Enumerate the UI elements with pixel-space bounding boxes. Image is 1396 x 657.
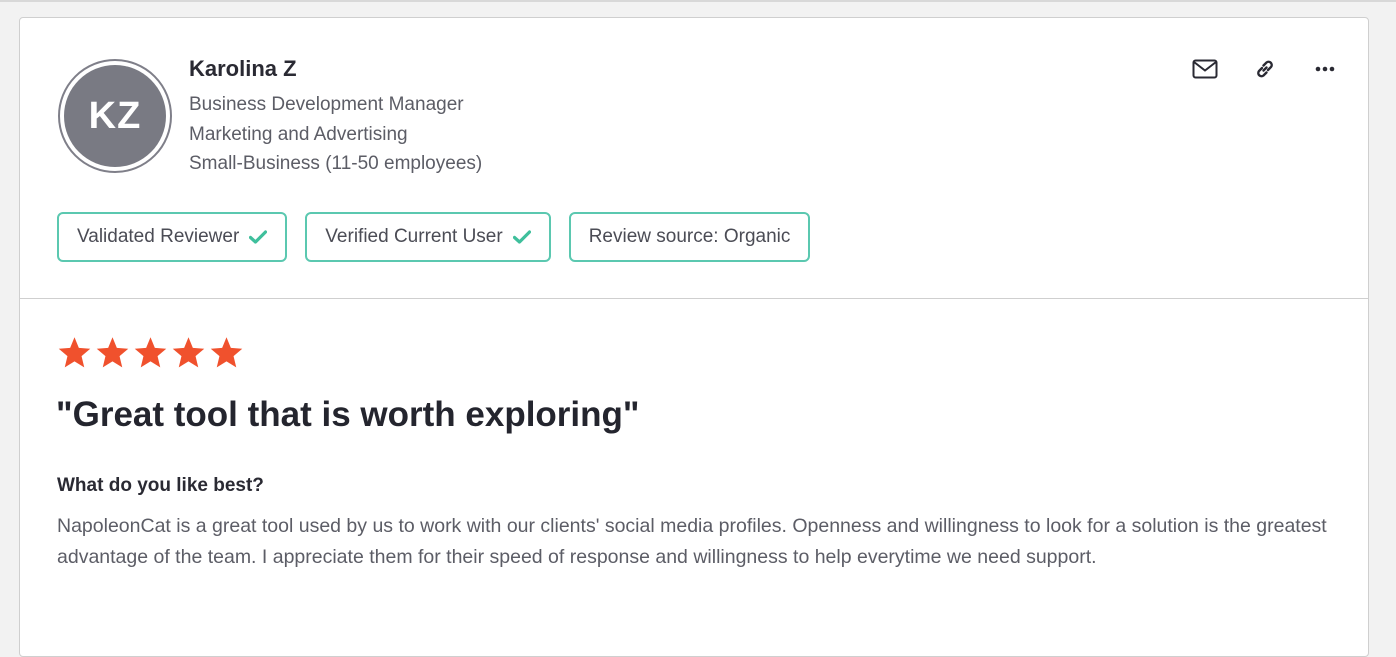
verified-current-user-badge[interactable]: Verified Current User [305,212,551,262]
badge-label: Verified Current User [325,226,503,247]
checkmark-icon [249,230,268,244]
page-top-rule [0,0,1396,2]
validated-reviewer-badge[interactable]: Validated Reviewer [57,212,288,262]
checkmark-icon [512,230,531,244]
reviewer-header: KZ Karolina Z Business Development Manag… [20,18,1368,299]
reviewer-company-size: Small-Business (11-50 employees) [189,153,483,174]
badge-label: Review source: Organic [588,226,791,247]
star-rating [56,335,245,371]
avatar-initials: KZ [64,65,166,167]
review-actions [1192,56,1338,82]
mail-icon [1192,59,1218,79]
reviewer-badges: Validated Reviewer Verified Current User… [57,212,811,262]
reviewer-industry: Marketing and Advertising [189,124,408,145]
star-icon [172,337,205,368]
more-options-button[interactable] [1312,56,1338,82]
star-icon [96,337,129,368]
copy-link-button[interactable] [1252,56,1278,82]
avatar[interactable]: KZ [58,59,172,173]
star-icon [134,337,167,368]
star-icon [58,337,91,368]
review-source-badge[interactable]: Review source: Organic [568,212,811,262]
review-card: KZ Karolina Z Business Development Manag… [19,17,1369,657]
star-icon [210,337,243,368]
review-title: "Great tool that is worth exploring" [56,395,640,434]
link-icon [1257,60,1273,78]
review-question-heading: What do you like best? [57,475,264,496]
badge-label: Validated Reviewer [77,226,240,247]
reviewer-name[interactable]: Karolina Z [189,56,297,82]
reviewer-job-title: Business Development Manager [189,94,464,115]
email-review-button[interactable] [1192,56,1218,82]
more-options-icon [1315,66,1335,72]
review-answer-text: NapoleonCat is a great tool used by us t… [57,515,1327,568]
